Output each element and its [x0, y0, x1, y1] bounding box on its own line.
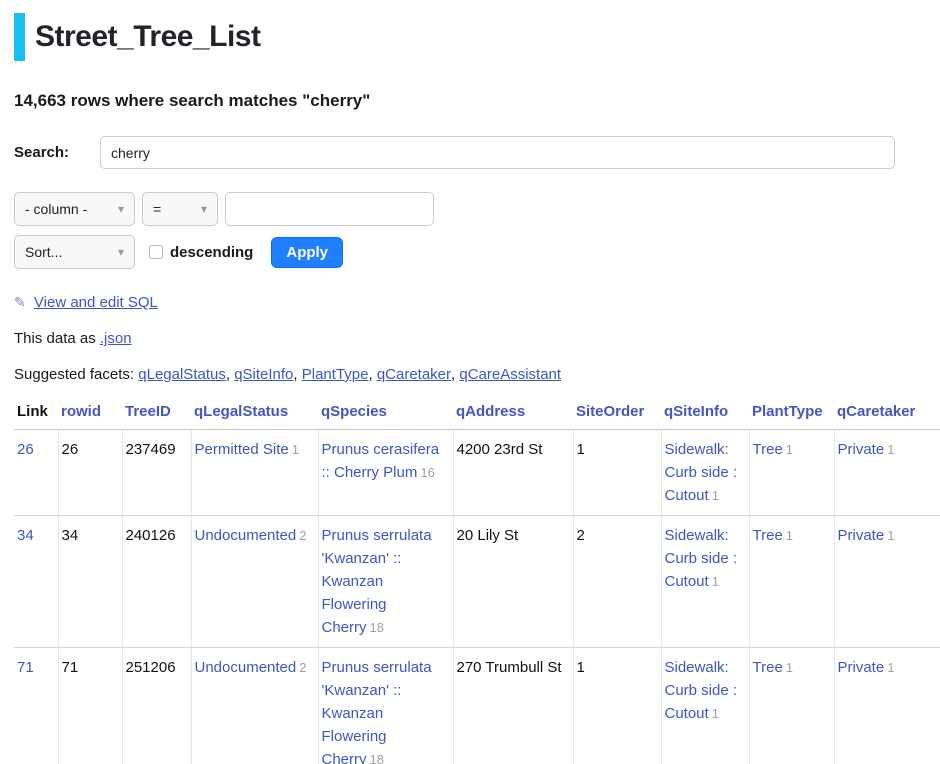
table-row: 34 34 240126 Undocumented2 Prunus serrul…	[14, 516, 940, 648]
legal-status-link[interactable]: Undocumented	[195, 527, 297, 544]
facets-prefix: Suggested facets:	[14, 366, 134, 383]
plant-type-link[interactable]: Tree	[753, 659, 783, 676]
results-table: Link rowid TreeID qLegalStatus qSpecies …	[14, 400, 940, 764]
rows-summary: 14,663 rows where search matches "cherry…	[14, 91, 940, 111]
chevron-down-icon: ▾	[118, 245, 124, 259]
facet-link-qcareassistant[interactable]: qCareAssistant	[459, 366, 561, 383]
plant-type-link[interactable]: Tree	[753, 527, 783, 544]
row-link[interactable]: 34	[17, 527, 34, 544]
operator-select-value: =	[153, 201, 161, 217]
column-header-qlegalstatus[interactable]: qLegalStatus	[191, 400, 318, 430]
view-edit-sql-link[interactable]: View and edit SQL	[34, 294, 158, 311]
facet-count: 1	[786, 528, 793, 543]
descending-checkbox[interactable]	[149, 245, 163, 259]
page-container: Street_Tree_List 14,663 rows where searc…	[0, 0, 940, 764]
site-order-cell: 1	[573, 648, 661, 764]
facet-count: 18	[370, 620, 384, 635]
sort-select[interactable]: Sort... ▾	[14, 235, 135, 269]
address-cell: 4200 23rd St	[453, 430, 573, 516]
json-link[interactable]: .json	[100, 330, 132, 347]
facet-count: 1	[712, 574, 719, 589]
column-header-rowid[interactable]: rowid	[58, 400, 122, 430]
treeid-cell: 251206	[122, 648, 191, 764]
apply-button[interactable]: Apply	[271, 237, 343, 268]
site-order-cell: 1	[573, 430, 661, 516]
column-header-qaddress[interactable]: qAddress	[453, 400, 573, 430]
facet-count: 16	[420, 465, 434, 480]
column-header-planttype[interactable]: PlantType	[749, 400, 834, 430]
legal-status-link[interactable]: Permitted Site	[195, 441, 289, 458]
sql-link-line: ✎ View and edit SQL	[14, 294, 940, 311]
facet-count: 18	[370, 752, 384, 764]
page-title: Street_Tree_List	[35, 20, 260, 54]
search-label: Search:	[14, 144, 100, 161]
facet-count: 1	[786, 660, 793, 675]
data-as-text: This data as	[14, 330, 96, 347]
row-link[interactable]: 71	[17, 659, 34, 676]
legal-status-link[interactable]: Undocumented	[195, 659, 297, 676]
facet-count: 1	[887, 660, 894, 675]
column-header-qspecies[interactable]: qSpecies	[318, 400, 453, 430]
facet-count: 1	[712, 488, 719, 503]
species-link[interactable]: Prunus serrulata 'Kwanzan' :: Kwanzan Fl…	[322, 659, 432, 764]
caretaker-link[interactable]: Private	[838, 659, 885, 676]
column-header-qcaretaker[interactable]: qCaretaker	[834, 400, 940, 430]
caretaker-link[interactable]: Private	[838, 527, 885, 544]
plant-type-link[interactable]: Tree	[753, 441, 783, 458]
column-select[interactable]: - column - ▾	[14, 192, 135, 226]
treeid-cell: 237469	[122, 430, 191, 516]
search-input[interactable]	[100, 136, 895, 169]
sort-select-value: Sort...	[25, 244, 62, 260]
table-row: 26 26 237469 Permitted Site1 Prunus cera…	[14, 430, 940, 516]
table-row: 71 71 251206 Undocumented2 Prunus serrul…	[14, 648, 940, 764]
rowid-cell: 71	[58, 648, 122, 764]
site-order-cell: 2	[573, 516, 661, 648]
chevron-down-icon: ▾	[201, 202, 207, 216]
filter-row: - column - ▾ = ▾	[14, 192, 940, 226]
data-as-line: This data as .json	[14, 330, 940, 347]
address-cell: 20 Lily St	[453, 516, 573, 648]
facet-link-planttype[interactable]: PlantType	[302, 366, 377, 383]
pencil-icon: ✎	[14, 294, 26, 310]
facet-count: 1	[887, 442, 894, 457]
site-info-link[interactable]: Sidewalk: Curb side : Cutout	[665, 441, 738, 504]
facet-link-qcaretaker[interactable]: qCaretaker	[377, 366, 460, 383]
facet-link-qlegalstatus[interactable]: qLegalStatus	[138, 366, 234, 383]
treeid-cell: 240126	[122, 516, 191, 648]
descending-label: descending	[170, 244, 253, 261]
operator-select[interactable]: = ▾	[142, 192, 218, 226]
column-header-qsiteinfo[interactable]: qSiteInfo	[661, 400, 749, 430]
facet-count: 1	[292, 442, 299, 457]
sort-row: Sort... ▾ descending Apply	[14, 235, 940, 269]
facet-link-qsiteinfo[interactable]: qSiteInfo	[234, 366, 302, 383]
search-row: Search:	[14, 136, 940, 169]
accent-bar	[14, 13, 25, 61]
facet-count: 2	[299, 660, 306, 675]
page-header: Street_Tree_List	[14, 13, 940, 61]
site-info-link[interactable]: Sidewalk: Curb side : Cutout	[665, 527, 738, 590]
rowid-cell: 34	[58, 516, 122, 648]
column-header-link: Link	[14, 400, 58, 430]
column-header-treeid[interactable]: TreeID	[122, 400, 191, 430]
facet-count: 2	[299, 528, 306, 543]
suggested-facets-line: Suggested facets: qLegalStatusqSiteInfoP…	[14, 366, 940, 383]
facet-count: 1	[712, 706, 719, 721]
caretaker-link[interactable]: Private	[838, 441, 885, 458]
row-link[interactable]: 26	[17, 441, 34, 458]
filter-value-input[interactable]	[225, 192, 434, 226]
table-header-row: Link rowid TreeID qLegalStatus qSpecies …	[14, 400, 940, 430]
site-info-link[interactable]: Sidewalk: Curb side : Cutout	[665, 659, 738, 722]
column-select-value: - column -	[25, 201, 87, 217]
facet-count: 1	[786, 442, 793, 457]
column-header-siteorder[interactable]: SiteOrder	[573, 400, 661, 430]
facet-count: 1	[887, 528, 894, 543]
address-cell: 270 Trumbull St	[453, 648, 573, 764]
rowid-cell: 26	[58, 430, 122, 516]
chevron-down-icon: ▾	[118, 202, 124, 216]
